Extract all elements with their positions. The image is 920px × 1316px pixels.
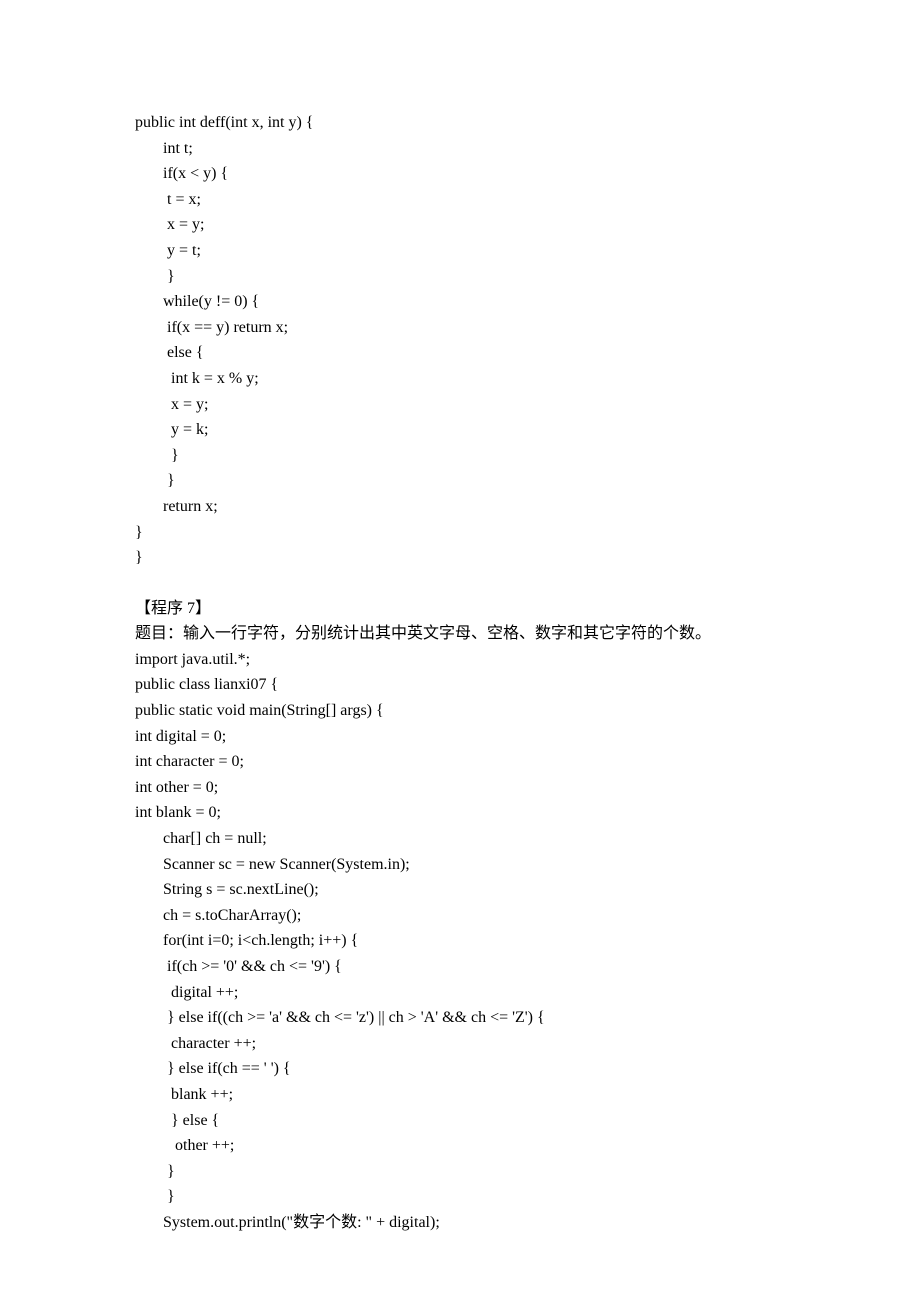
code-line: int other = 0; [135,775,790,801]
code-line: } else { [135,1108,790,1134]
code-line: else { [135,340,790,366]
code-line-println: System.out.println("数字个数: " + digital); [135,1210,790,1236]
code-block-2: 【程序 7】 题目：输入一行字符，分别统计出其中英文字母、空格、数字和其它字符的… [135,596,790,1236]
code-line: } [135,264,790,290]
code-line: public class lianxi07 { [135,672,790,698]
program-description: 题目：输入一行字符，分别统计出其中英文字母、空格、数字和其它字符的个数。 [135,621,790,647]
code-line: int t; [135,136,790,162]
code-line: } [135,1184,790,1210]
code-block-1: public int deff(int x, int y) { int t; i… [135,110,790,571]
code-line: } [135,1159,790,1185]
code-line: blank ++; [135,1082,790,1108]
code-line: for(int i=0; i<ch.length; i++) { [135,928,790,954]
code-line: } [135,443,790,469]
blank-line [135,571,790,596]
code-line: if(x == y) return x; [135,315,790,341]
code-line: while(y != 0) { [135,289,790,315]
code-line: int character = 0; [135,749,790,775]
code-line: public int deff(int x, int y) { [135,110,790,136]
code-line: public static void main(String[] args) { [135,698,790,724]
code-line: digital ++; [135,980,790,1006]
code-line: if(ch >= '0' && ch <= '9') { [135,954,790,980]
code-line: t = x; [135,187,790,213]
code-line: int k = x % y; [135,366,790,392]
code-line: import java.util.*; [135,647,790,673]
println-prefix: System.out.println(" [135,1214,293,1231]
code-line: ch = s.toCharArray(); [135,903,790,929]
println-cn: 数字个数 [293,1214,357,1231]
code-line: } [135,468,790,494]
code-line: } else if(ch == ' ') { [135,1056,790,1082]
code-line: x = y; [135,212,790,238]
code-line: } [135,545,790,571]
code-line: if(x < y) { [135,161,790,187]
code-line: String s = sc.nextLine(); [135,877,790,903]
code-line: char[] ch = null; [135,826,790,852]
code-line: other ++; [135,1133,790,1159]
code-line: } else if((ch >= 'a' && ch <= 'z') || ch… [135,1005,790,1031]
code-line: y = t; [135,238,790,264]
code-line: int digital = 0; [135,724,790,750]
code-line: int blank = 0; [135,800,790,826]
code-line: y = k; [135,417,790,443]
code-line: x = y; [135,392,790,418]
program-title: 【程序 7】 [135,596,790,622]
println-suffix: : " + digital); [357,1214,440,1231]
code-line: character ++; [135,1031,790,1057]
code-line: } [135,520,790,546]
code-line: return x; [135,494,790,520]
code-line: Scanner sc = new Scanner(System.in); [135,852,790,878]
